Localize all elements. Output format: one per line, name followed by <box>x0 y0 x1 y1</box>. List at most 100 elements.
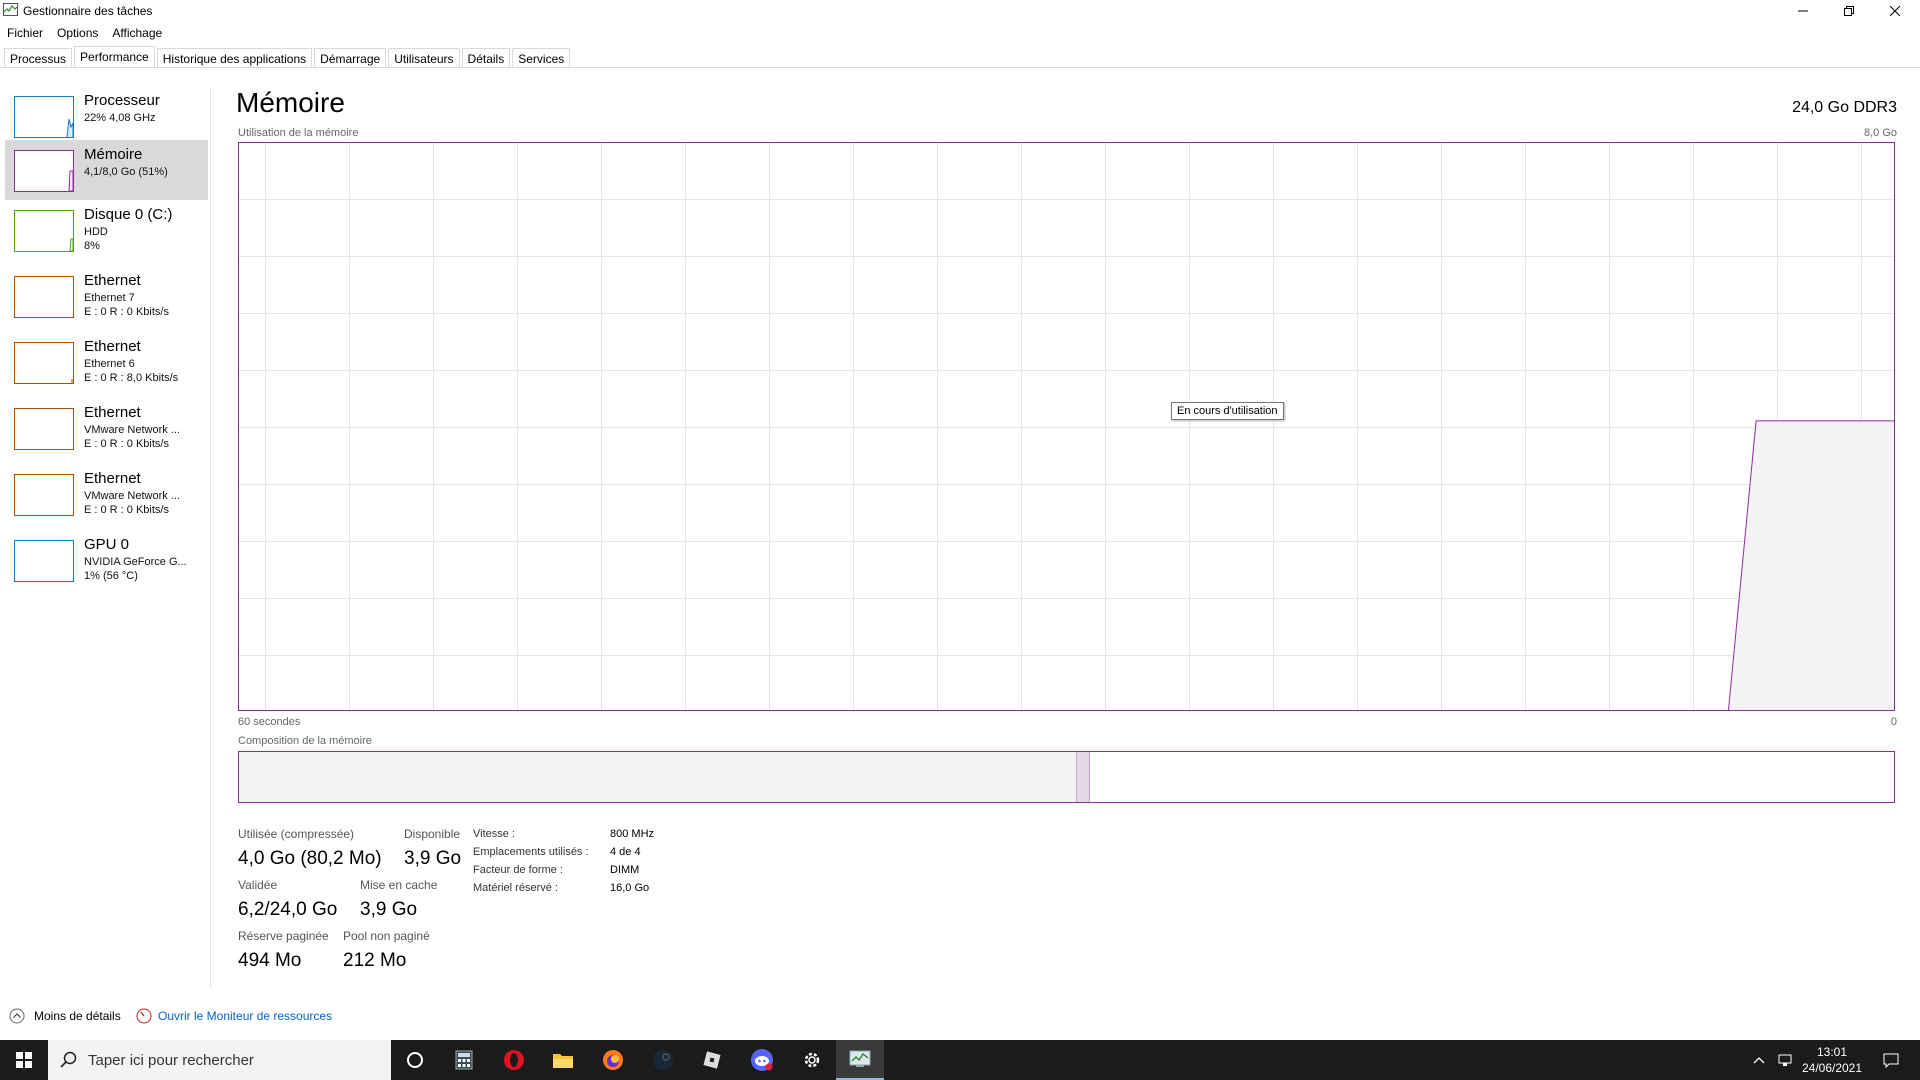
minimize-icon <box>1798 10 1808 12</box>
graph-tooltip: En cours d'utilisation <box>1171 402 1284 420</box>
prop-value-slots: 4 de 4 <box>610 846 641 858</box>
sidebar-name: Ethernet <box>84 470 141 487</box>
resource-monitor-icon[interactable] <box>136 1008 152 1024</box>
memory-thumbnail <box>14 150 74 192</box>
steam-button[interactable] <box>639 1040 687 1080</box>
tab-demarrage[interactable]: Démarrage <box>314 48 387 68</box>
settings-button[interactable] <box>788 1040 836 1080</box>
menu-affichage[interactable]: Affichage <box>105 24 169 42</box>
prop-label-slots: Emplacements utilisés : <box>473 846 589 858</box>
footer: Moins de détails Ouvrir le Moniteur de r… <box>0 1000 1920 1030</box>
sidebar-item-processeur[interactable]: Processeur 22% 4,08 GHz <box>5 86 208 146</box>
restore-icon <box>1844 6 1854 16</box>
title-bar: Gestionnaire des tâches <box>0 0 1920 22</box>
firefox-button[interactable] <box>589 1040 637 1080</box>
taskbar-clock[interactable]: 13:01 24/06/2021 <box>1786 1044 1878 1076</box>
paged-label: Réserve paginée <box>238 929 329 943</box>
clock-date: 24/06/2021 <box>1801 1061 1863 1075</box>
open-resource-monitor-link[interactable]: Ouvrir le Moniteur de ressources <box>158 1009 332 1023</box>
cached-label: Mise en cache <box>360 878 438 892</box>
sidebar-item-ethernet-6[interactable]: Ethernet Ethernet 6 E : 0 R : 8,0 Kbits/… <box>5 332 208 392</box>
sidebar-item-ethernet-7[interactable]: Ethernet Ethernet 7 E : 0 R : 0 Kbits/s <box>5 266 208 326</box>
memory-usage-graph[interactable] <box>238 142 1895 711</box>
sidebar-sub: VMware Network ... <box>84 424 180 436</box>
usage-area <box>1728 420 1894 710</box>
restore-button[interactable] <box>1826 0 1872 22</box>
search-placeholder: Taper ici pour rechercher <box>88 1052 254 1069</box>
sidebar-divider <box>210 88 211 988</box>
sidebar-item-vmware-1[interactable]: Ethernet VMware Network ... E : 0 R : 0 … <box>5 398 208 458</box>
performance-sidebar: Processeur 22% 4,08 GHz Mémoire 4,1/8,0 … <box>0 68 210 983</box>
nonpaged-value: 212 Mo <box>343 950 407 971</box>
prop-value-speed: 800 MHz <box>610 828 655 840</box>
available-label: Disponible <box>404 827 461 841</box>
tab-historique[interactable]: Historique des applications <box>156 48 313 68</box>
roblox-button[interactable] <box>688 1040 736 1080</box>
sidebar-sub: 22% 4,08 GHz <box>84 112 156 124</box>
calculator-icon <box>455 1050 473 1070</box>
taskbar-search[interactable]: Taper ici pour rechercher <box>48 1040 391 1080</box>
settings-icon <box>804 1052 820 1068</box>
chevron-up-circle-icon[interactable] <box>9 1008 25 1024</box>
start-button[interactable] <box>0 1040 48 1080</box>
task-manager-button[interactable] <box>836 1040 884 1080</box>
sidebar-sub: Ethernet 7 <box>84 292 135 304</box>
tray-chevron[interactable] <box>1753 1040 1765 1080</box>
less-details-link[interactable]: Moins de détails <box>34 1009 121 1023</box>
graph-max: 8,0 Go <box>1863 127 1897 139</box>
sidebar-sub: 1% (56 °C) <box>84 570 138 582</box>
prop-value-form: DIMM <box>610 864 640 876</box>
ethernet-thumbnail <box>14 474 74 516</box>
notification-icon <box>1883 1053 1899 1068</box>
sidebar-name: Processeur <box>84 92 160 109</box>
calculator-button[interactable] <box>440 1040 488 1080</box>
available-value: 3,9 Go <box>404 848 462 869</box>
taskbar: Taper ici pour rechercher 13:01 24/06/20… <box>0 1040 1920 1080</box>
discord-button[interactable] <box>738 1040 786 1080</box>
nonpaged-label: Pool non paginé <box>343 929 430 943</box>
search-icon <box>60 1051 77 1068</box>
tab-services[interactable]: Services <box>512 48 571 68</box>
sidebar-name: Ethernet <box>84 272 141 289</box>
close-button[interactable] <box>1872 0 1918 22</box>
sidebar-item-gpu[interactable]: GPU 0 NVIDIA GeForce G... 1% (56 °C) <box>5 530 208 590</box>
time-end: 0 <box>1890 716 1897 728</box>
composition-modified[interactable] <box>1077 752 1090 802</box>
used-label: Utilisée (compressée) <box>238 827 355 841</box>
task-manager-app-icon <box>3 3 18 16</box>
sidebar-sub: HDD <box>84 226 108 238</box>
minimize-button[interactable] <box>1780 0 1826 22</box>
cpu-thumbnail <box>14 96 74 138</box>
prop-label-reserved: Matériel réservé : <box>473 882 558 894</box>
sidebar-item-disque[interactable]: Disque 0 (C:) HDD 8% <box>5 200 208 260</box>
prop-label-form: Facteur de forme : <box>473 864 563 876</box>
file-explorer-button[interactable] <box>539 1040 587 1080</box>
disk-thumbnail <box>14 210 74 252</box>
tab-divider <box>0 67 1920 68</box>
sidebar-item-memoire[interactable]: Mémoire 4,1/8,0 Go (51%) <box>5 140 208 200</box>
tab-processus[interactable]: Processus <box>4 48 73 68</box>
memory-usage-line <box>1728 420 1894 710</box>
chevron-up-icon <box>1753 1057 1765 1064</box>
window-title: Gestionnaire des tâches <box>23 4 153 18</box>
clock-time: 13:01 <box>1816 1045 1848 1059</box>
committed-label: Validée <box>238 878 278 892</box>
sidebar-sub: NVIDIA GeForce G... <box>84 556 187 568</box>
sidebar-sub: E : 0 R : 0 Kbits/s <box>84 438 169 450</box>
tab-performance[interactable]: Performance <box>74 46 155 68</box>
memory-composition-bar[interactable] <box>238 751 1895 803</box>
composition-used[interactable] <box>239 752 1077 802</box>
opera-button[interactable] <box>490 1040 538 1080</box>
tab-details[interactable]: Détails <box>461 48 511 68</box>
menu-fichier[interactable]: Fichier <box>0 24 50 42</box>
notification-center[interactable] <box>1883 1040 1899 1080</box>
sidebar-name: Disque 0 (C:) <box>84 206 173 223</box>
memory-total: 24,0 Go DDR3 <box>1792 99 1897 116</box>
menu-options[interactable]: Options <box>50 24 105 42</box>
tab-utilisateurs[interactable]: Utilisateurs <box>388 48 460 68</box>
discord-icon <box>751 1049 773 1071</box>
committed-value: 6,2/24,0 Go <box>238 899 338 920</box>
cortana-button[interactable] <box>391 1040 439 1080</box>
sidebar-item-vmware-2[interactable]: Ethernet VMware Network ... E : 0 R : 0 … <box>5 464 208 524</box>
cortana-icon <box>407 1052 423 1068</box>
